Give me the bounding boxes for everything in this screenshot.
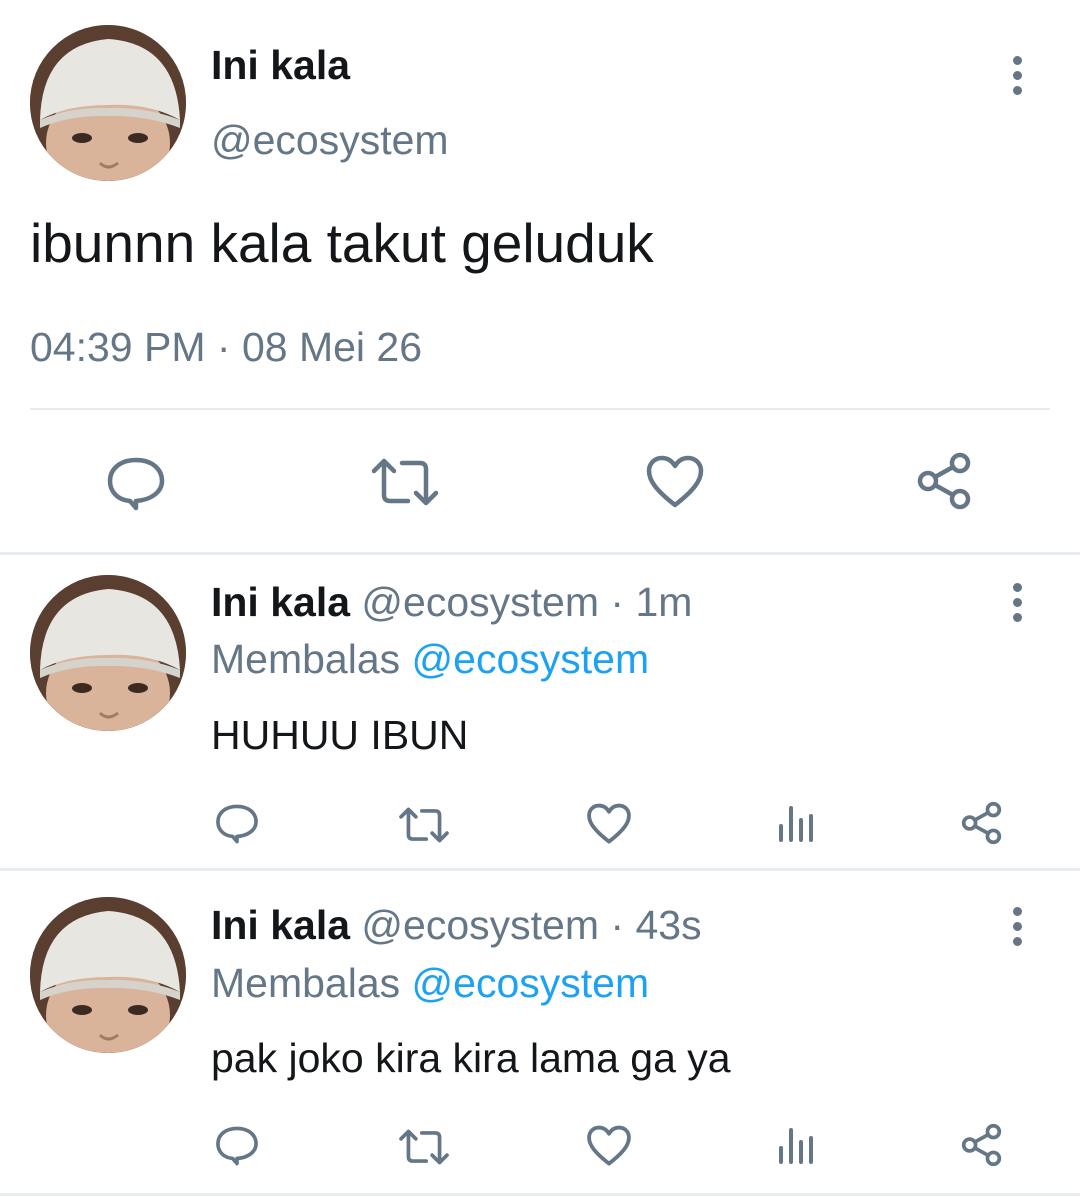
avatar[interactable] — [30, 575, 186, 731]
avatar[interactable] — [30, 897, 186, 1053]
retweet-icon[interactable] — [398, 1127, 450, 1167]
replying-label: Membalas — [211, 636, 401, 682]
display-name[interactable]: Ini kala — [211, 40, 350, 90]
divider — [30, 408, 1050, 410]
replying-to: Membalas @ecosystem — [211, 634, 649, 684]
handle[interactable]: @ecosystem — [361, 579, 599, 625]
tweet-date: 08 Mei 26 — [241, 324, 423, 370]
avatar[interactable] — [30, 25, 186, 181]
divider — [0, 868, 1080, 871]
reply-age[interactable]: 1m — [635, 579, 692, 625]
separator: · — [610, 902, 625, 948]
reply-text: HUHUU IBUN — [211, 712, 469, 758]
divider — [0, 552, 1080, 555]
divider — [0, 1193, 1080, 1196]
share-icon[interactable] — [915, 450, 977, 512]
reply-age[interactable]: 43s — [635, 902, 701, 948]
reply-icon[interactable] — [106, 455, 166, 513]
more-vertical-icon[interactable] — [997, 896, 1037, 956]
separator: · — [610, 579, 625, 625]
retweet-icon[interactable] — [370, 455, 440, 509]
share-icon[interactable] — [960, 1122, 1006, 1168]
display-name[interactable]: Ini kala — [211, 902, 350, 948]
heart-icon[interactable] — [586, 803, 632, 845]
heart-icon[interactable] — [645, 455, 705, 509]
analytics-icon[interactable] — [777, 804, 815, 842]
reply-text: pak joko kira kira lama ga ya — [211, 1035, 731, 1081]
reply-icon[interactable] — [215, 1124, 259, 1168]
handle[interactable]: @ecosystem — [361, 902, 599, 948]
reply-header: Ini kala @ecosystem · 43s — [211, 900, 702, 950]
replying-to: Membalas @ecosystem — [211, 958, 649, 1008]
display-name[interactable]: Ini kala — [211, 579, 350, 625]
mention-link[interactable]: @ecosystem — [412, 636, 650, 682]
retweet-icon[interactable] — [398, 805, 450, 845]
tweet-timestamp: 04:39 PM · 08 Mei 26 — [30, 322, 422, 372]
tweet-time: 04:39 PM — [30, 324, 206, 370]
tweet-text: ibunnn kala takut geluduk — [30, 212, 654, 274]
heart-icon[interactable] — [586, 1125, 632, 1167]
more-vertical-icon[interactable] — [997, 572, 1037, 632]
more-vertical-icon[interactable] — [997, 45, 1037, 105]
mention-link[interactable]: @ecosystem — [412, 960, 650, 1006]
handle[interactable]: @ecosystem — [211, 115, 449, 165]
replying-label: Membalas — [211, 960, 401, 1006]
reply-icon[interactable] — [215, 802, 259, 846]
analytics-icon[interactable] — [777, 1126, 815, 1164]
share-icon[interactable] — [960, 800, 1006, 846]
timestamp-separator: · — [216, 324, 231, 370]
reply-header: Ini kala @ecosystem · 1m — [211, 577, 692, 627]
